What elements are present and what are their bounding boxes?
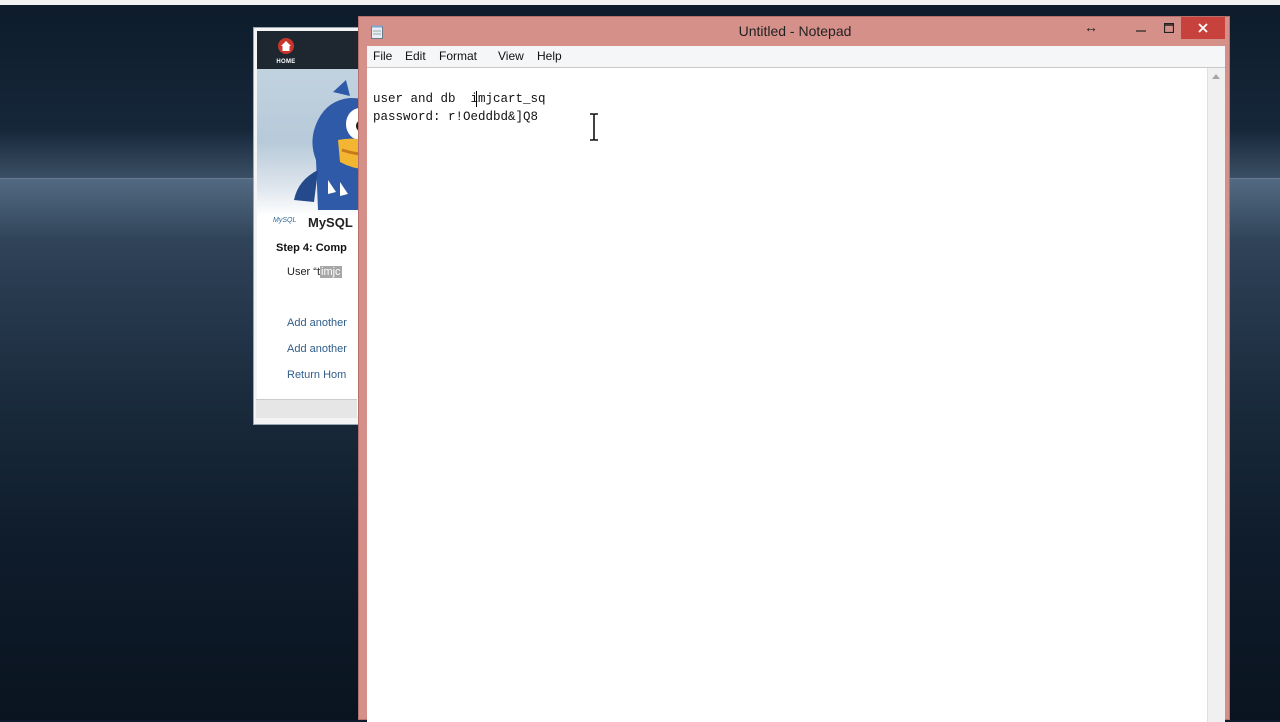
user-status-line: User “timjc xyxy=(287,266,342,278)
ibeam-cursor-icon xyxy=(590,113,598,141)
mysql-section-title: MySQL xyxy=(308,215,353,230)
menu-edit[interactable]: Edit xyxy=(405,49,426,63)
minimize-icon xyxy=(1136,30,1146,32)
menu-help[interactable]: Help xyxy=(537,49,562,63)
menu-format[interactable]: Format xyxy=(439,49,477,63)
window-title: Untitled - Notepad xyxy=(738,23,852,39)
user-prefix: User “t xyxy=(287,266,320,278)
step-title: Step 4: Comp xyxy=(276,242,347,254)
resize-arrow-icon: ↔ xyxy=(1084,19,1098,35)
top-strip xyxy=(0,0,1280,5)
return-home-link[interactable]: Return Hom xyxy=(287,369,346,381)
menu-file[interactable]: File xyxy=(373,49,392,63)
notepad-window[interactable]: Untitled - Notepad ↔ File Edit Format Vi… xyxy=(358,16,1230,722)
text-line-2: password: r!Oeddbd&]Q8 xyxy=(373,110,539,124)
background-window-text: MySQL MySQL Step 4: Comp User “timjc Add… xyxy=(253,27,357,425)
add-another-link-1[interactable]: Add another xyxy=(287,317,347,329)
close-icon xyxy=(1198,23,1208,33)
text-editor-area[interactable]: user and db imjcart_sq password: r!Oeddb… xyxy=(367,67,1225,722)
editor-text[interactable]: user and db imjcart_sq password: r!Oeddb… xyxy=(373,90,546,126)
menu-bar: File Edit Format View Help xyxy=(367,46,1225,67)
mysql-logo: MySQL xyxy=(273,217,297,224)
close-button[interactable] xyxy=(1181,17,1225,39)
menu-view[interactable]: View xyxy=(498,49,524,63)
maximize-icon xyxy=(1164,23,1174,33)
scroll-up-icon[interactable] xyxy=(1212,74,1220,79)
text-line-1: user and db imjcart_sq xyxy=(373,92,546,106)
user-highlight: imjc xyxy=(320,266,342,278)
bg-footer xyxy=(256,399,357,418)
text-caret xyxy=(476,91,477,107)
vertical-scrollbar[interactable] xyxy=(1207,68,1225,722)
add-another-link-2[interactable]: Add another xyxy=(287,343,347,355)
